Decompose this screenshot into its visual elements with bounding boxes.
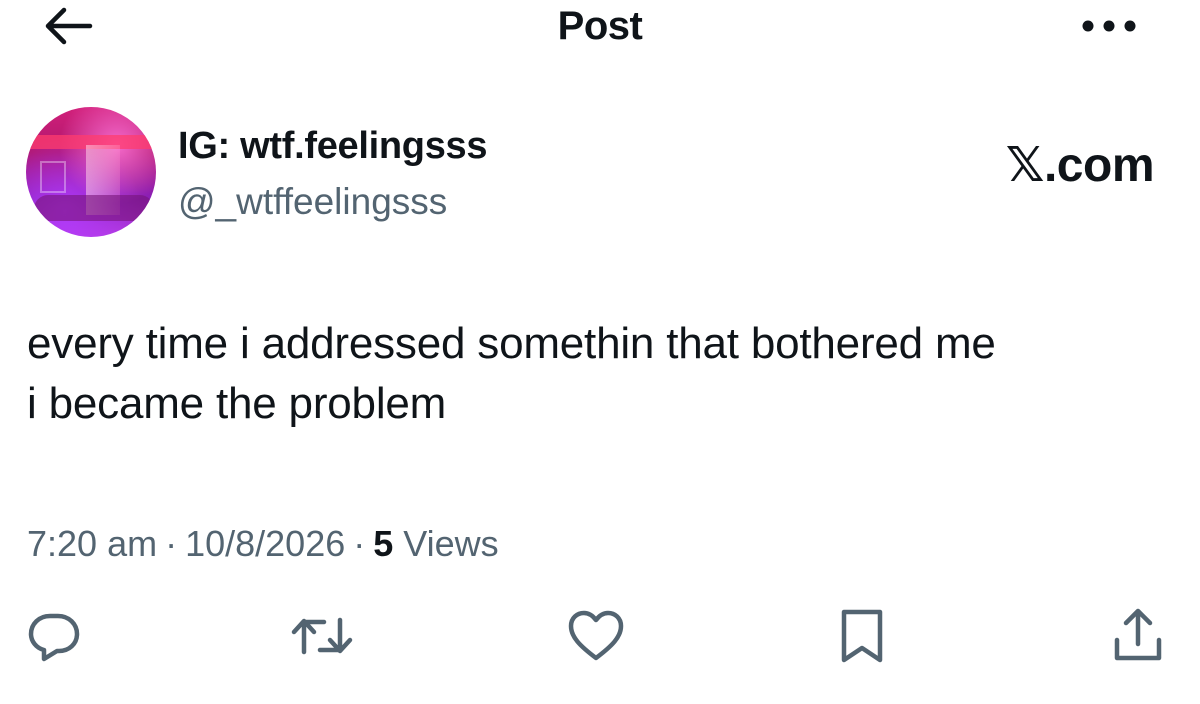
post-text-line: every time i addressed somethin that bot… xyxy=(27,319,996,368)
repost-icon xyxy=(291,617,353,655)
bookmark-icon xyxy=(841,609,883,663)
author-handle[interactable]: @_wtffeelingsss xyxy=(178,180,447,224)
post-text-line: i became the problem xyxy=(27,379,447,428)
more-options-button[interactable] xyxy=(1076,6,1142,46)
action-bar xyxy=(0,604,1200,668)
post-date[interactable]: 10/8/2026 xyxy=(185,523,345,564)
post-meta: 7:20 am · 10/8/2026 · 5 Views xyxy=(27,520,499,568)
reply-button[interactable] xyxy=(22,604,86,668)
post-text: every time i addressed somethin that bot… xyxy=(27,314,1177,434)
meta-separator: · xyxy=(165,523,178,564)
post-time[interactable]: 7:20 am xyxy=(27,523,157,564)
more-horizontal-icon xyxy=(1082,20,1136,32)
reply-icon xyxy=(28,613,80,662)
views-count: 5 xyxy=(373,523,394,564)
avatar[interactable] xyxy=(26,107,156,237)
author-display-name[interactable]: IG: wtf.feelingsss xyxy=(178,124,488,168)
page-title: Post xyxy=(557,4,643,48)
views-label: Views xyxy=(403,523,499,564)
top-bar: Post xyxy=(0,0,1200,60)
share-button[interactable] xyxy=(1106,604,1170,668)
like-button[interactable] xyxy=(564,604,628,668)
repost-button[interactable] xyxy=(290,604,354,668)
bookmark-button[interactable] xyxy=(830,604,894,668)
x-com-watermark: 𝕏.com xyxy=(1005,139,1155,192)
meta-separator: · xyxy=(353,523,366,564)
heart-icon xyxy=(568,610,624,661)
share-icon xyxy=(1114,608,1162,661)
